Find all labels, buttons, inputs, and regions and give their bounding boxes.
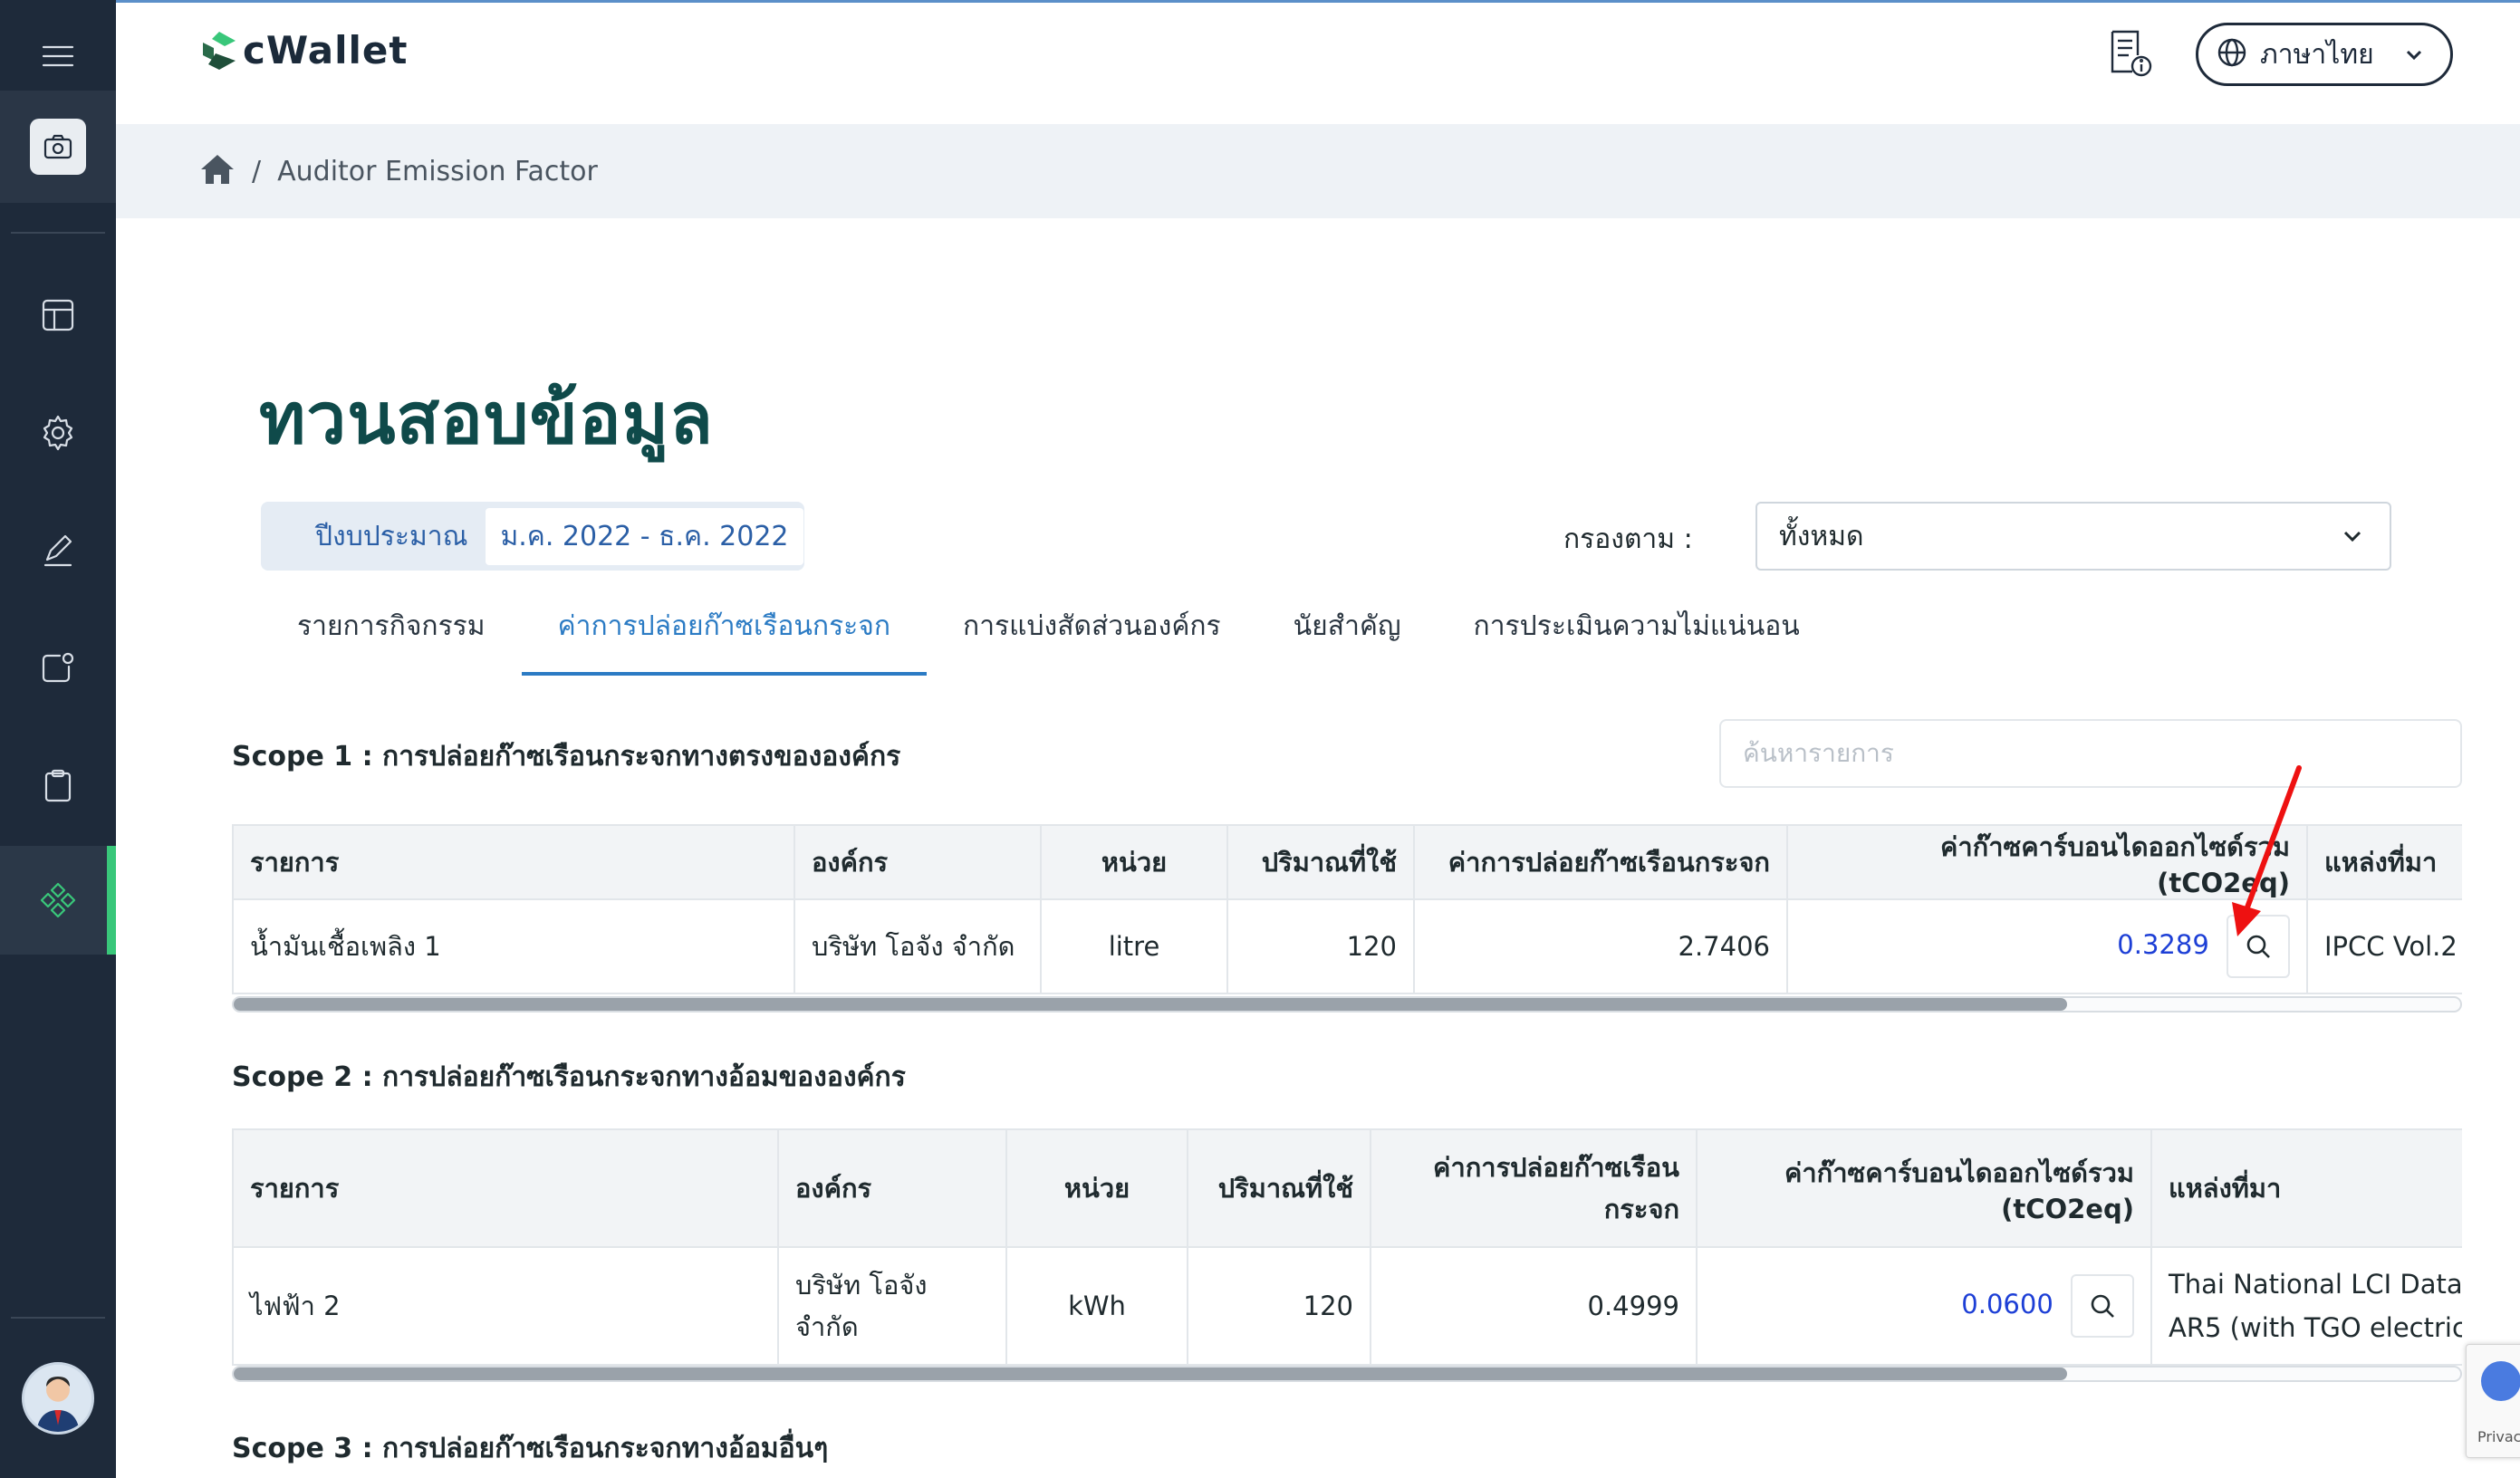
filter-select[interactable]: ทั้งหมด: [1755, 502, 2391, 571]
col-header-ef: ค่าการปล่อยก๊าซเรือนกระจก: [1370, 1128, 1698, 1248]
scope2-scrollbar[interactable]: [232, 1366, 2462, 1382]
cell-ef: 2.7406: [1413, 898, 1788, 994]
pencil-icon: [43, 534, 72, 567]
col-header-item: รายการ: [232, 824, 795, 900]
sidebar-divider: [11, 232, 105, 234]
scope2-table-viewport: รายการ องค์กร หน่วย ปริมาณที่ใช้ ค่าการป…: [232, 1128, 2462, 1366]
layout-icon: [42, 299, 74, 331]
tab-uncertainty[interactable]: การประเมินความไม่แน่นอน: [1438, 589, 1836, 676]
cell-qty: 120: [1226, 898, 1415, 994]
col-header-item: รายการ: [232, 1128, 779, 1248]
tab-organization-share[interactable]: การแบ่งสัดส่วนองค์กร: [927, 589, 1257, 676]
cell-ef: 0.4999: [1370, 1246, 1698, 1366]
scrollbar-thumb[interactable]: [234, 998, 2067, 1011]
search-icon: [2091, 1294, 2114, 1318]
source-line-1: Thai National LCI Datab: [2169, 1269, 2462, 1300]
table-header-row: รายการ องค์กร หน่วย ปริมาณที่ใช้ ค่าการป…: [232, 824, 2462, 900]
col-header-qty: ปริมาณที่ใช้: [1226, 824, 1415, 900]
sidebar: [0, 0, 116, 1478]
sidebar-item-emission[interactable]: [0, 846, 116, 955]
col-header-total: ค่าก๊าซคาร์บอนไดออกไซด์รวม (tCO2eq): [1696, 1128, 2152, 1248]
cell-unit: litre: [1040, 898, 1228, 994]
recaptcha-privacy-link[interactable]: Privac: [2477, 1428, 2520, 1445]
recaptcha-badge[interactable]: Privac: [2466, 1344, 2520, 1458]
col-header-qty: ปริมาณที่ใช้: [1187, 1128, 1371, 1248]
cell-item: น้ำมันเชื้อเพลิง 1: [232, 898, 795, 994]
avatar[interactable]: [22, 1362, 94, 1435]
fiscal-year-box: ปีงบประมาณ ม.ค. 2022 - ธ.ค. 2022: [261, 502, 804, 571]
breadcrumb-separator: /: [252, 155, 262, 187]
scope1-table-viewport: รายการ องค์กร หน่วย ปริมาณที่ใช้ ค่าการป…: [232, 824, 2462, 996]
col-header-unit: หน่วย: [1005, 1128, 1188, 1248]
sidebar-item-clipboard[interactable]: [0, 728, 116, 844]
hamburger-icon: [42, 45, 74, 67]
cell-qty: 120: [1187, 1246, 1371, 1366]
table-row: ไฟฟ้า 2 บริษัท โอจัง จำกัด kWh 120 0.499…: [232, 1246, 2462, 1366]
source-line-2: AR5 (with TGO electricit: [2169, 1312, 2462, 1343]
sidebar-item-edit[interactable]: [0, 493, 116, 609]
scrollbar-thumb[interactable]: [234, 1368, 2067, 1380]
cell-unit: kWh: [1005, 1246, 1188, 1366]
cell-source: Thai National LCI Datab AR5 (with TGO el…: [2150, 1246, 2462, 1366]
scope3-title: Scope 3 : การปล่อยก๊าซเรือนกระจกทางอ้อมอ…: [232, 1433, 829, 1464]
chevron-down-icon: [2403, 43, 2425, 65]
table-row: น้ำมันเชื้อเพลิง 1 บริษัท โอจัง จำกัด li…: [232, 898, 2462, 994]
home-icon[interactable]: [199, 151, 236, 191]
col-header-unit: หน่วย: [1040, 824, 1228, 900]
cell-item: ไฟฟ้า 2: [232, 1246, 779, 1366]
sidebar-item-camera[interactable]: [0, 91, 116, 203]
table-header-row: รายการ องค์กร หน่วย ปริมาณที่ใช้ ค่าการป…: [232, 1128, 2462, 1248]
recaptcha-icon: [2481, 1361, 2520, 1401]
fiscal-year-label: ปีงบประมาณ: [315, 520, 468, 552]
cell-org: บริษัท โอจัง จำกัด: [794, 898, 1042, 994]
header: cWallet ภาษาไทย: [116, 3, 2520, 124]
annotation-arrow-icon: [2232, 765, 2302, 936]
tab-emission-factor[interactable]: ค่าการปล่อยก๊าซเรือนกระจก: [521, 589, 928, 676]
breadcrumb-current: Auditor Emission Factor: [277, 155, 598, 187]
filter-value: ทั้งหมด: [1779, 520, 1864, 552]
tab-significance[interactable]: นัยสำคัญ: [1257, 589, 1438, 676]
app-logo[interactable]: cWallet: [199, 28, 408, 72]
sidebar-item-settings[interactable]: [0, 375, 116, 491]
breadcrumb: / Auditor Emission Factor: [116, 124, 2520, 218]
language-select[interactable]: ภาษาไทย: [2196, 23, 2453, 86]
clipboard-icon: [44, 769, 72, 802]
col-header-source: แหล่งที่มา: [2306, 824, 2462, 900]
scope2-table: รายการ องค์กร หน่วย ปริมาณที่ใช้ ค่าการป…: [232, 1128, 2462, 1366]
col-header-source: แหล่งที่มา: [2150, 1128, 2462, 1248]
scope2-title: Scope 2 : การปล่อยก๊าซเรือนกระจกทางอ้อมข…: [232, 1061, 906, 1093]
scope1-table: รายการ องค์กร หน่วย ปริมาณที่ใช้ ค่าการป…: [232, 824, 2462, 994]
scope1-title: Scope 1 : การปล่อยก๊าซเรือนกระจกทางตรงขอ…: [232, 741, 901, 773]
diamonds-icon: [40, 882, 76, 918]
page-title: ทวนสอบข้อมูล: [259, 379, 714, 460]
col-header-org: องค์กร: [794, 824, 1042, 900]
tab-bar: รายการกิจกรรม ค่าการปล่อยก๊าซเรือนกระจก …: [261, 589, 1836, 676]
gear-icon: [43, 415, 73, 451]
sidebar-divider: [11, 1317, 105, 1319]
sidebar-item-notifications[interactable]: [0, 610, 116, 726]
fiscal-year-value: ม.ค. 2022 - ธ.ค. 2022: [486, 507, 803, 565]
total-value[interactable]: 0.0600: [1961, 1289, 2053, 1320]
tab-activities[interactable]: รายการกิจกรรม: [261, 589, 522, 676]
chevron-down-icon: [2341, 524, 2364, 548]
col-header-org: องค์กร: [777, 1128, 1007, 1248]
filter-label: กรองตาม :: [1563, 523, 1693, 555]
scope1-scrollbar[interactable]: [232, 996, 2462, 1013]
logo-mark-icon: [203, 31, 236, 70]
notification-icon: [42, 652, 74, 683]
sidebar-item-dashboard[interactable]: [0, 257, 116, 373]
globe-icon: [2217, 37, 2247, 72]
logo-text: cWallet: [243, 28, 409, 72]
view-detail-button[interactable]: [2071, 1274, 2134, 1338]
cell-source: IPCC Vol.2 t: [2306, 898, 2462, 994]
camera-icon: [30, 119, 86, 175]
cell-org: บริษัท โอจัง จำกัด: [777, 1246, 1007, 1366]
cell-total: 0.0600: [1696, 1246, 2152, 1366]
search-input[interactable]: ค้นหารายการ: [1719, 719, 2462, 788]
document-info-icon: [2111, 30, 2152, 77]
manual-button[interactable]: [2102, 26, 2156, 81]
col-header-ef: ค่าการปล่อยก๊าซเรือนกระจก: [1413, 824, 1788, 900]
language-label: ภาษาไทย: [2260, 38, 2374, 71]
